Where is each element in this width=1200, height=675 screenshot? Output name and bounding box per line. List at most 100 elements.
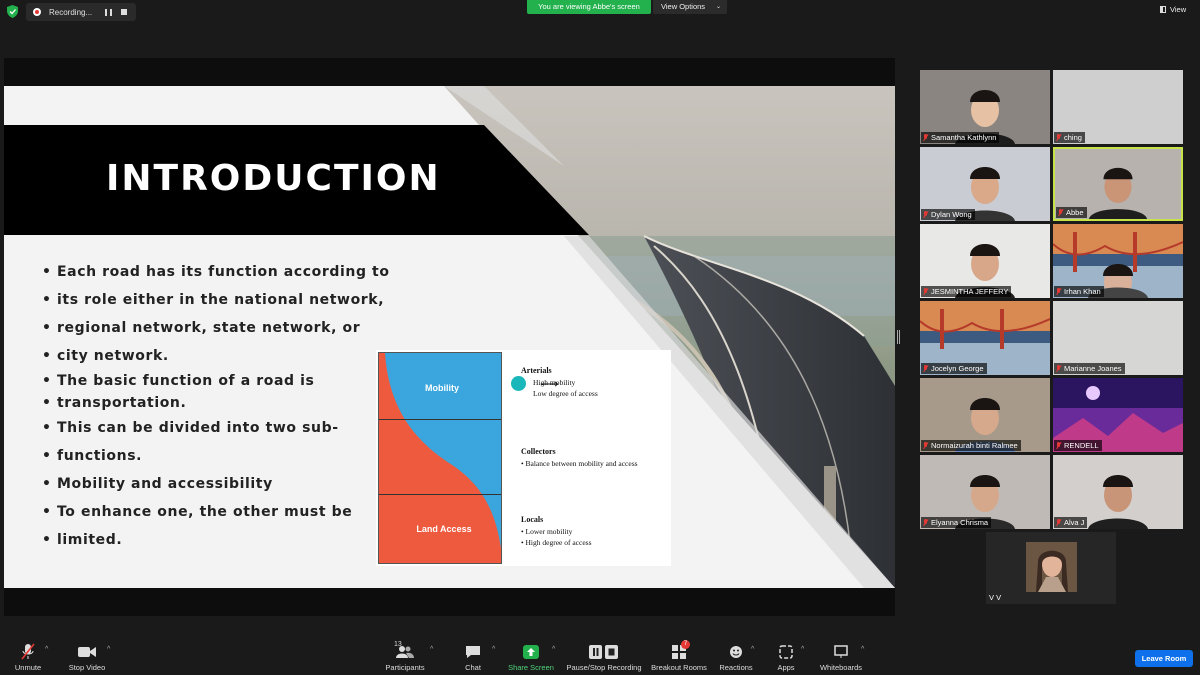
share-screen-button[interactable]: Share Screen [508, 637, 554, 675]
recording-label: Recording... [49, 7, 93, 17]
slide-bullet-list: Each road has its function according to … [42, 258, 402, 554]
breakout-rooms-icon: 7 [650, 640, 708, 661]
stop-video-label: Stop Video [68, 663, 106, 672]
whiteboard-icon [816, 643, 866, 661]
participant-name-tag: Jocelyn George [921, 363, 987, 374]
chevron-up-icon[interactable]: ^ [751, 646, 754, 653]
microphone-muted-icon [1056, 441, 1062, 450]
participant-tile[interactable]: JESMINTHA JEFFERY [920, 224, 1050, 298]
microphone-muted-icon [923, 210, 929, 219]
participant-name: Alva J [1064, 518, 1085, 527]
bullet-continuation: functions. [42, 442, 402, 470]
microphone-muted-icon [6, 643, 50, 661]
participant-photo [1026, 542, 1077, 592]
participant-name-tag: Alva J [1054, 517, 1088, 528]
bullet-continuation: regional network, state network, or [42, 314, 402, 342]
meeting-toolbar: Unmute ^ Stop Video ^ 13 Participants ^ … [0, 637, 1200, 675]
participant-tile[interactable]: Marianne Joanes [1053, 301, 1183, 375]
apps-button[interactable]: Apps [771, 637, 801, 675]
chevron-up-icon[interactable]: ^ [861, 646, 864, 653]
mobility-access-box: Mobility Land Access [378, 352, 502, 564]
whiteboards-label: Whiteboards [819, 663, 863, 672]
participants-icon: 13 [382, 641, 428, 661]
microphone-muted-icon [923, 287, 929, 296]
participant-tile[interactable]: Dylan Wong [920, 147, 1050, 221]
land-access-label: Land Access [416, 524, 472, 534]
participant-tile[interactable]: V V [986, 532, 1116, 604]
participant-name: Jocelyn George [931, 364, 984, 373]
participant-tile[interactable]: Abbe [1053, 147, 1183, 221]
leave-room-button[interactable]: Leave Room [1135, 650, 1193, 667]
microphone-muted-icon [1056, 518, 1062, 527]
chevron-up-icon[interactable]: ^ [430, 646, 433, 653]
chevron-down-icon: ⌄ [715, 4, 721, 10]
bullet-continuation: its role either in the national network, [42, 286, 402, 314]
breakout-rooms-button[interactable]: 7 Breakout Rooms [650, 637, 708, 675]
participant-name: Dylan Wong [931, 210, 972, 219]
microphone-muted-icon [923, 518, 929, 527]
locals-section: Locals • Lower mobility • High degree of… [521, 515, 592, 548]
chevron-up-icon[interactable]: ^ [492, 646, 495, 653]
view-label: View [1170, 5, 1187, 14]
bullet-item: To enhance one, the other must be [42, 498, 402, 526]
chat-label: Chat [465, 663, 481, 672]
pause-stop-icon [566, 643, 642, 661]
viewing-screen-banner: You are viewing Abbe's screen [527, 0, 651, 14]
bullet-continuation: transportation. [42, 392, 402, 414]
unmute-label: Unmute [14, 663, 42, 672]
participant-name-tag: Abbe [1056, 207, 1087, 218]
diagram-divider [379, 419, 501, 420]
stop-recording-icon[interactable] [121, 9, 127, 15]
participant-name-tag: Marianne Joanes [1054, 363, 1125, 374]
participant-tile[interactable]: Normaizurah binti Ralmee [920, 378, 1050, 452]
participant-name: Abbe [1066, 208, 1084, 217]
pause-stop-recording-button[interactable]: Pause/Stop Recording [566, 637, 642, 675]
panel-resize-handle[interactable] [897, 330, 900, 344]
participant-name: Samantha Kathlynn [931, 133, 997, 142]
participant-name: Irhan Khan [1064, 287, 1101, 296]
chevron-up-icon[interactable]: ^ [552, 646, 555, 653]
participant-name: ching [1064, 133, 1082, 142]
view-options-button[interactable]: View Options ⌄ [653, 0, 727, 14]
pause-recording-icon[interactable] [105, 8, 112, 16]
participant-tile[interactable]: Elyanna Chrisma [920, 455, 1050, 529]
slide-title: INTRODUCTION [106, 158, 441, 199]
collectors-heading: Collectors [521, 447, 556, 456]
bullet-item: Mobility and accessibility [42, 470, 402, 498]
participant-name-tag: Normaizurah binti Ralmee [921, 440, 1021, 451]
arterials-section: Arterials High mobility Low degree of ac… [521, 366, 598, 399]
unmute-button[interactable]: Unmute [6, 637, 50, 675]
locals-heading: Locals [521, 515, 544, 524]
microphone-muted-icon [923, 364, 929, 373]
participants-label: Participants [385, 663, 425, 672]
shield-icon[interactable] [7, 5, 18, 18]
presenter-cursor-dot [511, 376, 526, 391]
chevron-up-icon[interactable]: ^ [801, 646, 804, 653]
participant-tile[interactable]: ching [1053, 70, 1183, 144]
breakout-badge: 7 [681, 640, 690, 649]
participant-name: JESMINTHA JEFFERY [931, 287, 1009, 296]
whiteboards-button[interactable]: Whiteboards [816, 637, 866, 675]
bullet-item: Each road has its function according to [42, 258, 402, 286]
locals-item: • Lower mobility [521, 527, 573, 536]
reactions-button[interactable]: Reactions [718, 637, 754, 675]
participant-tile[interactable]: Irhan Khan [1053, 224, 1183, 298]
participant-name: RENDELL [1064, 441, 1099, 450]
chat-button[interactable]: Chat [458, 637, 488, 675]
view-button[interactable]: View [1160, 5, 1186, 14]
chat-bubble-icon [458, 643, 488, 661]
mobility-label: Mobility [425, 383, 459, 393]
participants-button[interactable]: 13 Participants [382, 637, 428, 675]
chevron-up-icon[interactable]: ^ [45, 646, 48, 653]
video-camera-icon [64, 643, 110, 661]
participant-tile[interactable]: Alva J [1053, 455, 1183, 529]
meeting-top-bar: Recording... You are viewing Abbe's scre… [0, 0, 1200, 24]
participant-tile[interactable]: Jocelyn George [920, 301, 1050, 375]
participant-tile[interactable]: Samantha Kathlynn [920, 70, 1050, 144]
participant-tile[interactable]: RENDELL [1053, 378, 1183, 452]
apps-icon [771, 643, 801, 661]
chevron-up-icon[interactable]: ^ [107, 646, 110, 653]
stop-video-button[interactable]: Stop Video [64, 637, 110, 675]
collectors-item: • Balance between mobility and access [521, 459, 638, 468]
microphone-muted-icon [923, 133, 929, 142]
